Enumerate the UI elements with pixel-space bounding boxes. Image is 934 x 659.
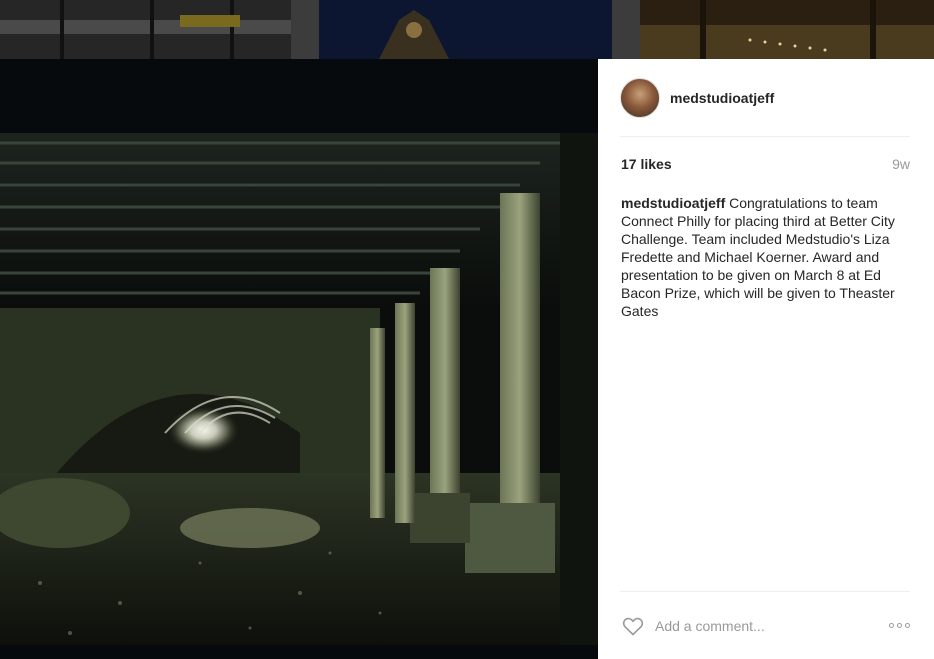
grid-gap [612,0,640,59]
caption-username-link[interactable]: medstudioatjeff [621,195,725,211]
grid-gap [291,0,319,59]
background-grid [0,0,934,59]
post-info-panel: medstudioatjeff 17 likes 9w medstudioatj… [598,59,934,659]
post-photo-panel [0,59,598,659]
likes-count[interactable]: 17 likes [621,156,672,172]
post-caption: medstudioatjeff Congratulations to team … [621,194,910,320]
comment-bar [620,591,910,659]
grid-thumbnail[interactable] [0,0,291,59]
likes-row: 17 likes 9w [621,156,910,172]
post-photo[interactable] [0,133,598,645]
more-dot [905,623,910,628]
more-dot [889,623,894,628]
post-age[interactable]: 9w [892,156,910,172]
grid-thumbnail[interactable] [640,0,934,59]
post-username-link[interactable]: medstudioatjeff [670,90,774,106]
caption-text: Congratulations to team Connect Philly f… [621,195,895,319]
more-options-icon[interactable] [889,623,910,628]
avatar[interactable] [620,77,660,118]
heart-icon[interactable] [621,614,645,638]
grid-thumbnail[interactable] [319,0,612,59]
comment-input[interactable] [655,617,855,634]
more-dot [897,623,902,628]
post-header: medstudioatjeff [620,77,910,137]
